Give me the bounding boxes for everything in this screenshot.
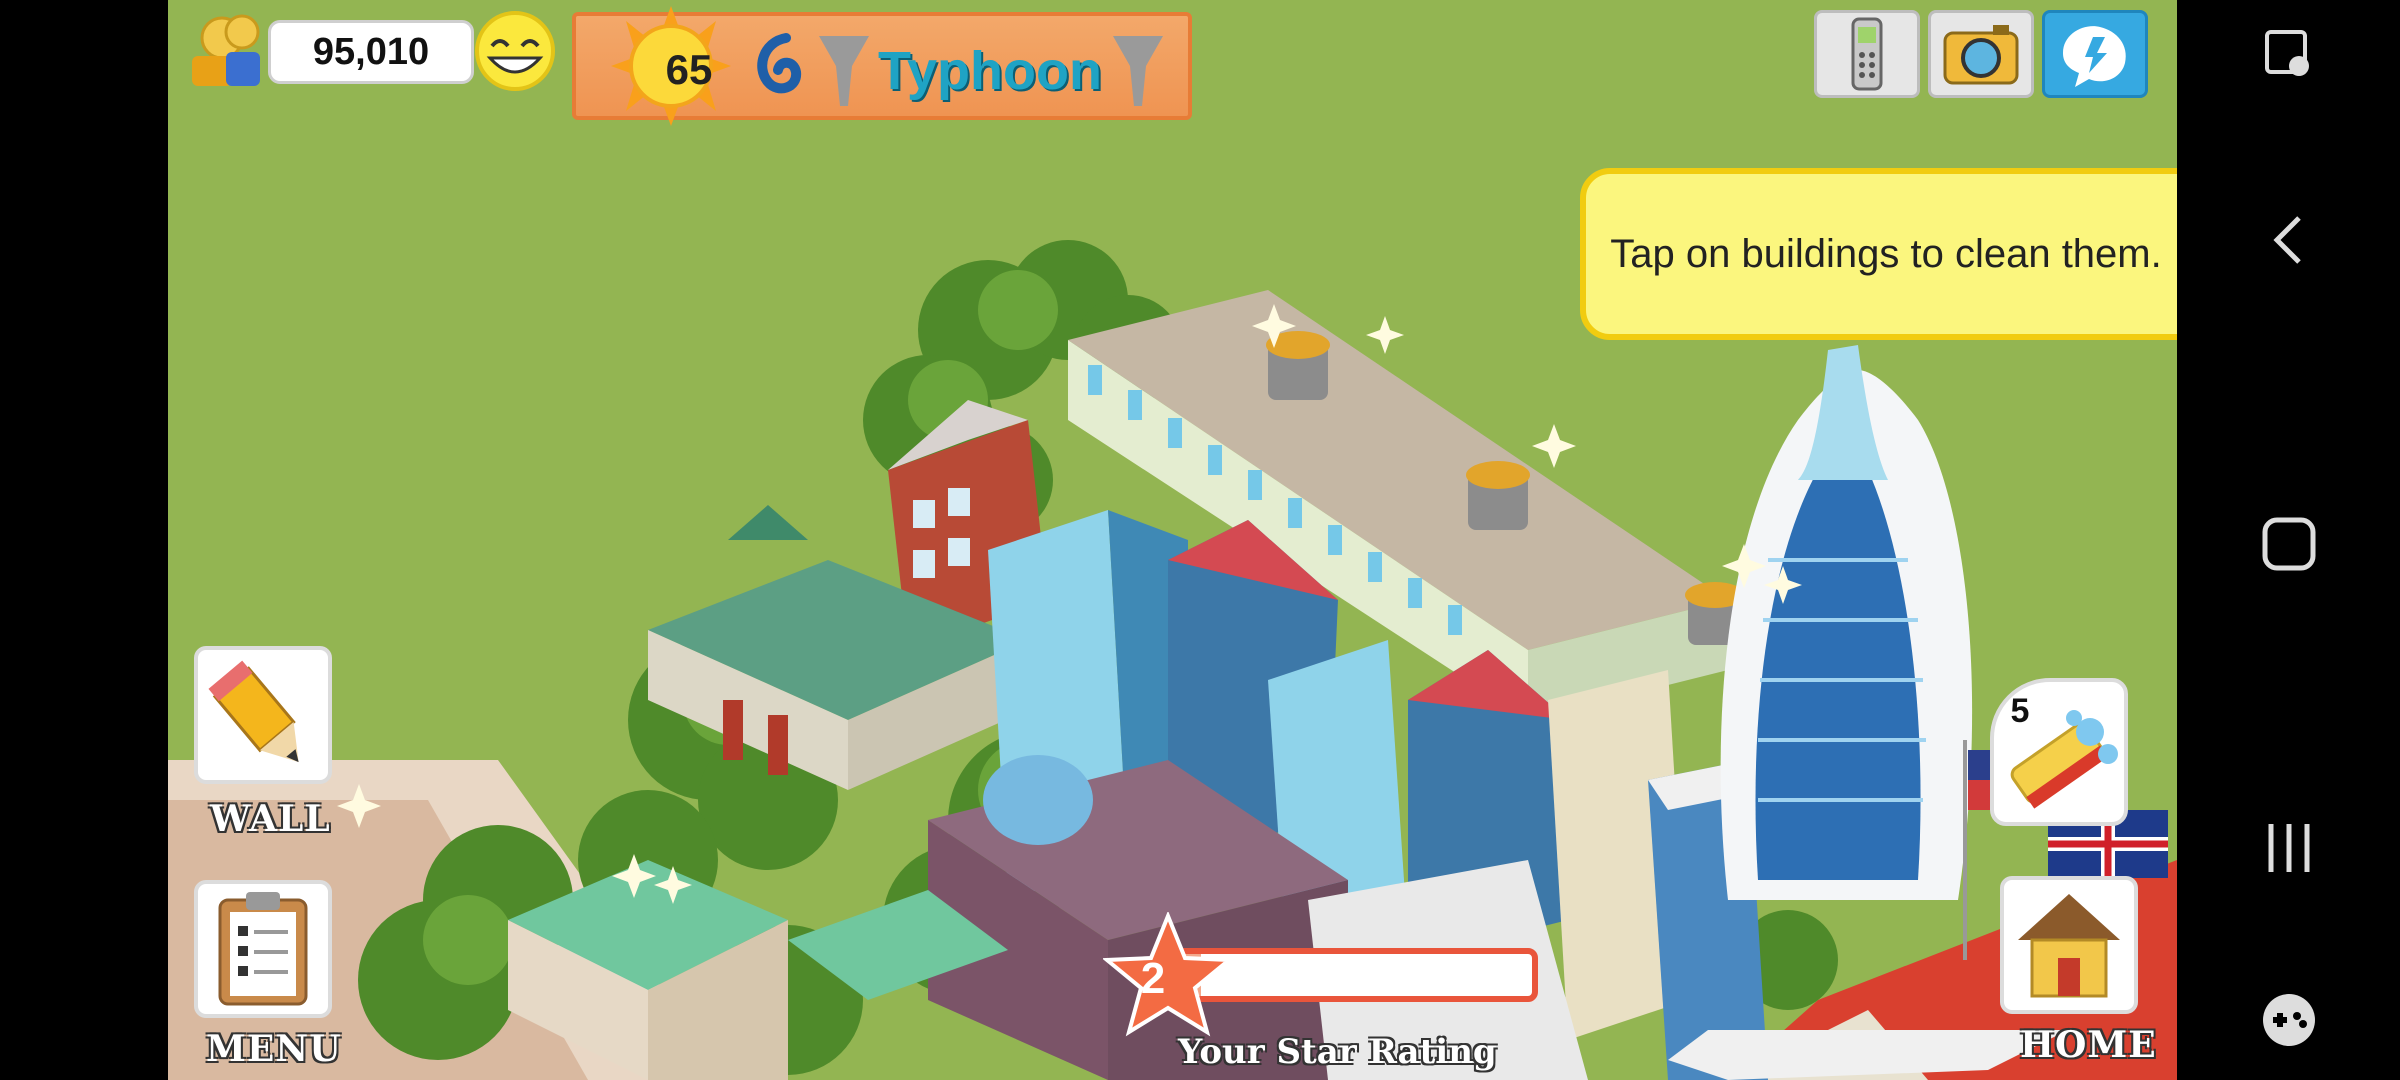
star-rating[interactable]: 2 Your Star Rating <box>988 910 1538 1080</box>
home-button[interactable] <box>2000 876 2138 1014</box>
coin-stack-icon <box>192 14 260 86</box>
wall-button[interactable] <box>194 646 332 784</box>
disaster-name: Typhoon <box>878 41 1102 101</box>
screen-capture-icon <box>2264 30 2309 76</box>
star-rating-label: Your Star Rating <box>1178 1032 1497 1072</box>
game-tools-button[interactable] <box>2177 990 2400 1050</box>
hint-text: Tap on buildings to clean them. <box>1610 232 2162 276</box>
star-value: 2 <box>1140 954 1166 1003</box>
share-icon <box>2063 26 2126 88</box>
level-number: 65 <box>665 46 713 93</box>
camera-icon <box>1943 25 2019 85</box>
device-screen: 95,010 65 Typhoon Tap on buildings to cl… <box>0 0 2400 1080</box>
screen-pin-button[interactable] <box>2177 26 2400 86</box>
gamepad-icon <box>2262 994 2315 1046</box>
mobile-phone-icon <box>1851 17 1883 91</box>
right-trophy-icon <box>1113 36 1163 106</box>
typhoon-icon <box>757 33 802 94</box>
hint-tooltip: Tap on buildings to clean them. <box>1580 168 2177 340</box>
phone-button[interactable] <box>1814 10 1920 98</box>
home-nav-button[interactable] <box>2177 514 2400 574</box>
menu-label: MENU <box>206 1028 342 1070</box>
house-icon <box>2018 894 2120 998</box>
share-button[interactable] <box>2042 10 2148 98</box>
coins-display[interactable]: 95,010 <box>182 8 482 86</box>
recents-button[interactable] <box>2177 818 2400 878</box>
level-banner[interactable]: 65 Typhoon <box>572 6 1192 126</box>
home-square-icon <box>2262 517 2315 571</box>
game-viewport[interactable]: 95,010 65 Typhoon Tap on buildings to cl… <box>168 0 2177 1080</box>
camera-button[interactable] <box>1928 10 2034 98</box>
back-arrow-icon <box>2272 216 2301 264</box>
clipboard-icon <box>218 892 308 1006</box>
system-nav-bar <box>2177 0 2400 1080</box>
home-label: HOME <box>2020 1024 2157 1066</box>
wall-label: WALL <box>210 798 331 840</box>
back-button[interactable] <box>2177 210 2400 270</box>
menu-button[interactable] <box>194 880 332 1018</box>
clean-count-badge: 5 <box>2010 692 2030 730</box>
coin-count: 95,010 <box>268 20 474 84</box>
pencil-icon <box>208 660 299 763</box>
left-trophy-icon <box>819 36 869 106</box>
smiley-icon[interactable] <box>472 8 558 94</box>
recents-icon <box>2268 824 2309 872</box>
